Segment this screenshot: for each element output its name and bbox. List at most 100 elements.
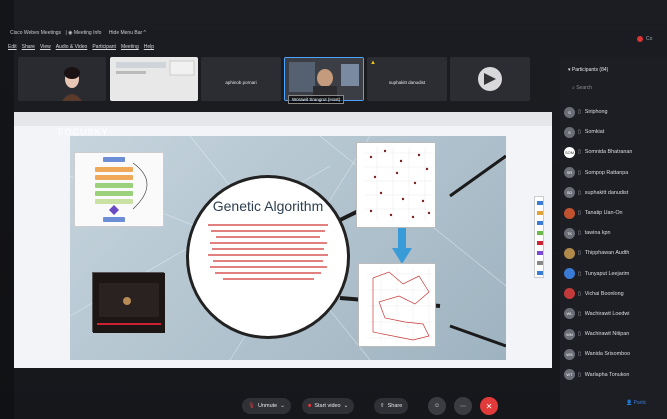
device-icon: ▯ [578,290,581,297]
participants-toggle-button[interactable]: 👤 Partic [626,400,646,406]
menu-help[interactable]: Help [144,44,154,54]
avatar [564,268,575,280]
participant-row[interactable]: WT ▯ Warlapha Tonukon [564,364,667,384]
participant-row[interactable]: WS ▯ Wanida Srisomboo [564,344,667,364]
genetic-algorithm-bubble: Genetic Algorithm [186,175,350,339]
participant-row[interactable]: TK ▯ tawina kpn [564,223,667,243]
device-icon: ▯ [578,250,581,257]
flow-loop-arrow-icon [109,162,148,215]
leave-meeting-button[interactable]: ✕ [480,397,498,415]
video-thumbnail[interactable] [110,57,198,101]
more-icon: ⋯ [460,403,466,410]
participant-name: Siriphong [584,109,608,116]
thai-text-block [203,220,333,284]
participant-name: Tanatip Uan-On [584,210,623,217]
menu-participant[interactable]: Participant [92,44,116,54]
device-icon: ▯ [578,210,581,217]
webex-window: Cisco Webex Meetings | ◉ Meeting Info Hi… [0,0,667,419]
presentation-toolbar [14,112,552,126]
menu-bar: Edit Share View Audio & Video Participan… [8,44,154,54]
hide-menu-bar-button[interactable]: Hide Menu Bar ^ [109,30,146,36]
avatar: S [564,126,575,138]
participant-name: Thipphawan Audth [584,250,630,257]
search-input[interactable]: Search [576,85,592,91]
participant-name: Wachirawit Nitipan [584,331,630,338]
participant-row[interactable]: ▯ Tunyaput Leejarim [564,264,667,284]
video-thumbnail-strip: aphinob pornari suphakitt danudist [0,57,556,101]
participant-name: Tunyaput Leejarim [584,270,630,277]
video-frame-icon [93,273,165,333]
app-title: Cisco Webex Meetings [10,30,62,36]
slide-title: Genetic Algorithm [212,198,324,214]
menu-meeting[interactable]: Meeting [121,44,139,54]
participant-photo-icon [18,57,106,101]
corner-label: Co [646,36,653,42]
toolbar-tools-icon [537,201,543,275]
video-thumbnail[interactable] [450,57,530,101]
participant-name: Sompop Rattanpa [584,169,629,176]
participant-name: Wanida Srisomboo [584,351,631,358]
unmute-button[interactable]: 🎙 Unmute ⌄ [242,398,291,414]
annotation-toolbar[interactable] [534,196,544,278]
participant-row[interactable]: SD ▯ suphakitt danudist [564,183,667,203]
embedded-video-thumbnail[interactable] [92,272,165,333]
device-icon: ▯ [578,169,581,176]
avatar: WN [564,328,575,340]
route-plot-image [358,263,436,347]
share-label: Share [387,403,403,409]
video-thumbnail[interactable]: aphinob pornari [201,57,281,101]
host-name-label: Worawit Srangrut (Host) [288,95,345,104]
scatter-plot-image [356,142,436,228]
menu-share[interactable]: Share [22,44,35,54]
avatar: SOM [564,146,575,158]
start-video-label: Start video [314,403,341,409]
participant-name: Vichai Boonlong [584,290,624,297]
participant-row[interactable]: SOM ▯ Somnida Bhatranan [564,142,667,162]
more-options-button[interactable]: ⋯ [454,397,472,415]
thumbnail-name: suphakitt danudist [388,80,426,85]
menu-audio-video[interactable]: Audio & Video [56,44,88,54]
share-icon: ⇧ [380,403,385,409]
avatar: S [564,106,575,118]
meeting-info-link[interactable]: | ◉ Meeting Info [65,30,104,36]
participants-title[interactable]: ▾ Participants (84) [568,67,608,73]
chevron-down-icon: ⌄ [343,403,349,409]
participant-row[interactable]: ▯ Thipphawan Audth [564,243,667,263]
chevron-down-icon: ⌄ [280,403,285,409]
participant-row[interactable]: WN ▯ Wachirawit Nitipan [564,324,667,344]
device-icon: ▯ [578,149,581,156]
search-icon: ⌕ [572,85,575,91]
flowchart-image [74,152,164,227]
reactions-button[interactable]: ☺ [428,397,446,415]
avatar: WS [564,348,575,360]
video-thumbnail[interactable]: suphakitt danudist [367,57,447,101]
participant-row[interactable]: SR ▯ Sompop Rattanpa [564,163,667,183]
close-icon: ✕ [485,401,493,411]
participants-search[interactable]: ⌕ Search [572,85,592,91]
participant-row[interactable]: S ▯ Siriphong [564,102,667,122]
start-video-button[interactable]: ■ Start video ⌄ [302,398,355,414]
device-icon: ▯ [578,129,581,136]
avatar [564,288,575,300]
menu-view[interactable]: View [40,44,51,54]
smiley-icon: ☺ [433,403,441,409]
participant-row[interactable]: ▯ Vichai Boonlong [564,284,667,304]
avatar: SR [564,167,575,179]
menu-edit[interactable]: Edit [8,44,17,54]
down-arrow-icon [392,228,412,264]
device-icon: ▯ [578,351,581,358]
participant-row[interactable]: S ▯ Somkiat [564,122,667,142]
video-thumbnail[interactable] [18,57,106,101]
device-icon: ▯ [578,310,581,317]
participant-row[interactable]: ▯ Tanatip Uan-On [564,203,667,223]
participant-name: suphakitt danudist [584,189,629,196]
participant-name: Somnida Bhatranan [584,149,633,156]
participant-row[interactable]: WL ▯ Wachirawit Loedwi [564,304,667,324]
avatar: WL [564,308,575,320]
recording-indicator-icon [637,36,643,42]
meeting-controls: 🎙 Unmute ⌄ ■ Start video ⌄ ⇧ Share ☺ ⋯ ✕ [0,390,560,419]
avatar: WT [564,369,575,381]
device-icon: ▯ [578,371,581,378]
device-icon: ▯ [578,109,581,116]
share-button[interactable]: ⇧ Share [374,398,409,414]
